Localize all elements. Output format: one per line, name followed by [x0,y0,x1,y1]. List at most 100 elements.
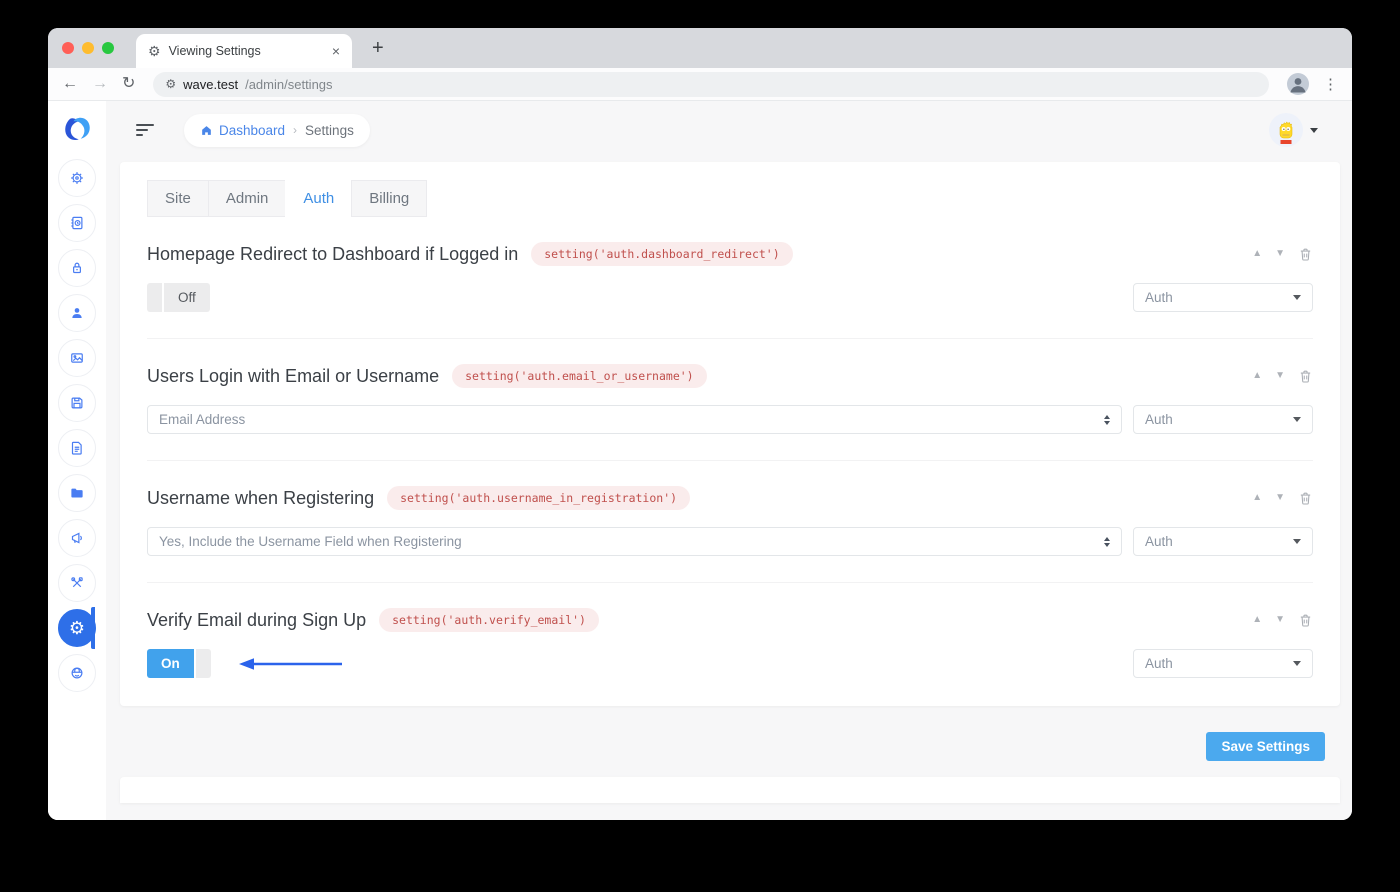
forward-icon[interactable]: → [92,76,108,92]
group-select[interactable]: Auth [1133,283,1313,312]
menu-toggle-icon[interactable] [136,124,154,136]
setting-key-badge: setting('auth.dashboard_redirect') [531,242,792,266]
folder-icon [68,484,86,502]
sidebar-item-users[interactable] [58,294,96,332]
helm-icon [68,169,86,187]
settings-tabs: Site Admin Auth Billing [147,180,1313,217]
media-icon [68,349,86,367]
group-select[interactable]: Auth [1133,405,1313,434]
zoom-window-button[interactable] [102,42,114,54]
browser-url-bar: ← → ↻ ⚙ wave.test/admin/settings ⋮ [48,68,1352,101]
toggle-off[interactable]: Off [147,283,210,312]
chevron-down-icon [1293,661,1301,666]
trash-icon[interactable] [1298,613,1313,628]
setting-key-badge: setting('auth.email_or_username') [452,364,706,388]
browser-profile-avatar[interactable] [1287,73,1309,95]
group-select[interactable]: Auth [1133,649,1313,678]
setting-title: Users Login with Email or Username [147,366,439,387]
tools-icon [68,574,86,592]
move-down-icon[interactable]: ▼ [1275,249,1285,259]
sidebar-item-announcements[interactable] [58,519,96,557]
sidebar-item-settings[interactable]: ⚙ [58,609,96,647]
new-tab-button[interactable]: + [372,37,384,60]
browser-tab-strip: ⚙ Viewing Settings × + [48,28,1352,68]
move-up-icon[interactable]: ▲ [1252,249,1262,259]
helmet-icon [68,664,86,682]
save-row: Save Settings [106,706,1352,761]
chevron-down-icon [1293,539,1301,544]
select-stepper-icon [1104,415,1110,425]
sidebar-item-roles[interactable] [58,249,96,287]
annotation-arrow-icon [238,656,344,672]
url-favicon-gear-icon: ⚙ [165,78,176,90]
toggle-knob [196,649,211,678]
gear-icon: ⚙ [69,619,85,637]
reload-icon[interactable]: ↻ [122,76,135,92]
setting-title: Homepage Redirect to Dashboard if Logged… [147,244,518,265]
sidebar-item-themes[interactable] [58,654,96,692]
tab-auth[interactable]: Auth [285,180,352,217]
setting-section: Username when Registering setting('auth.… [147,461,1313,583]
setting-section: Users Login with Email or Username setti… [147,339,1313,461]
breadcrumb: Dashboard › Settings [184,114,370,147]
breadcrumb-current: Settings [305,123,354,138]
trash-icon[interactable] [1298,491,1313,506]
tab-favicon-gear-icon: ⚙ [148,44,161,58]
setting-title: Username when Registering [147,488,374,509]
next-card-partial [120,777,1340,803]
close-window-button[interactable] [62,42,74,54]
sidebar-item-posts[interactable] [58,204,96,242]
save-settings-button[interactable]: Save Settings [1206,732,1325,761]
home-icon [200,124,213,137]
select-stepper-icon [1104,537,1110,547]
toggle-label: Off [164,283,210,312]
move-up-icon[interactable]: ▲ [1252,615,1262,625]
user-avatar [1269,113,1303,147]
group-select[interactable]: Auth [1133,527,1313,556]
sidebar-item-dashboard[interactable] [58,159,96,197]
toggle-on[interactable]: On [147,649,211,678]
trash-icon[interactable] [1298,369,1313,384]
tab-billing[interactable]: Billing [351,180,427,217]
browser-window: ⚙ Viewing Settings × + ← → ↻ ⚙ wave.test… [48,28,1352,820]
megaphone-icon [68,529,86,547]
notebook-icon [68,214,86,232]
tab-admin[interactable]: Admin [208,180,287,217]
page-icon [68,439,86,457]
lock-icon [68,259,86,277]
move-down-icon[interactable]: ▼ [1275,371,1285,381]
sidebar-item-categories[interactable] [58,474,96,512]
close-tab-icon[interactable]: × [332,43,340,59]
browser-menu-icon[interactable]: ⋮ [1323,75,1338,93]
trash-icon[interactable] [1298,247,1313,262]
sidebar-item-pages[interactable] [58,429,96,467]
traffic-lights [62,42,114,54]
minimize-window-button[interactable] [82,42,94,54]
move-up-icon[interactable]: ▲ [1252,371,1262,381]
user-menu[interactable] [1269,113,1318,147]
tab-title: Viewing Settings [169,44,324,58]
browser-tab[interactable]: ⚙ Viewing Settings × [136,34,352,68]
value-select[interactable]: Yes, Include the Username Field when Reg… [147,527,1122,556]
sidebar-item-plugins[interactable] [58,564,96,602]
top-bar: Dashboard › Settings [106,101,1352,159]
sidebar-item-backups[interactable] [58,384,96,422]
settings-card: Site Admin Auth Billing Homepage Redirec… [120,162,1340,706]
url-input[interactable]: ⚙ wave.test/admin/settings [153,72,1269,97]
move-down-icon[interactable]: ▼ [1275,493,1285,503]
value-select[interactable]: Email Address [147,405,1122,434]
back-icon[interactable]: ← [62,76,78,92]
tab-site[interactable]: Site [147,180,209,217]
sidebar-item-media[interactable] [58,339,96,377]
chevron-down-icon [1310,128,1318,133]
move-up-icon[interactable]: ▲ [1252,493,1262,503]
move-down-icon[interactable]: ▼ [1275,615,1285,625]
setting-key-badge: setting('auth.username_in_registration') [387,486,690,510]
wave-logo[interactable] [60,112,94,146]
sidebar: ⚙ [48,101,106,820]
setting-title: Verify Email during Sign Up [147,610,366,631]
breadcrumb-separator: › [293,123,297,137]
user-icon [68,304,86,322]
active-indicator [91,607,95,649]
breadcrumb-dashboard-link[interactable]: Dashboard [200,123,285,138]
